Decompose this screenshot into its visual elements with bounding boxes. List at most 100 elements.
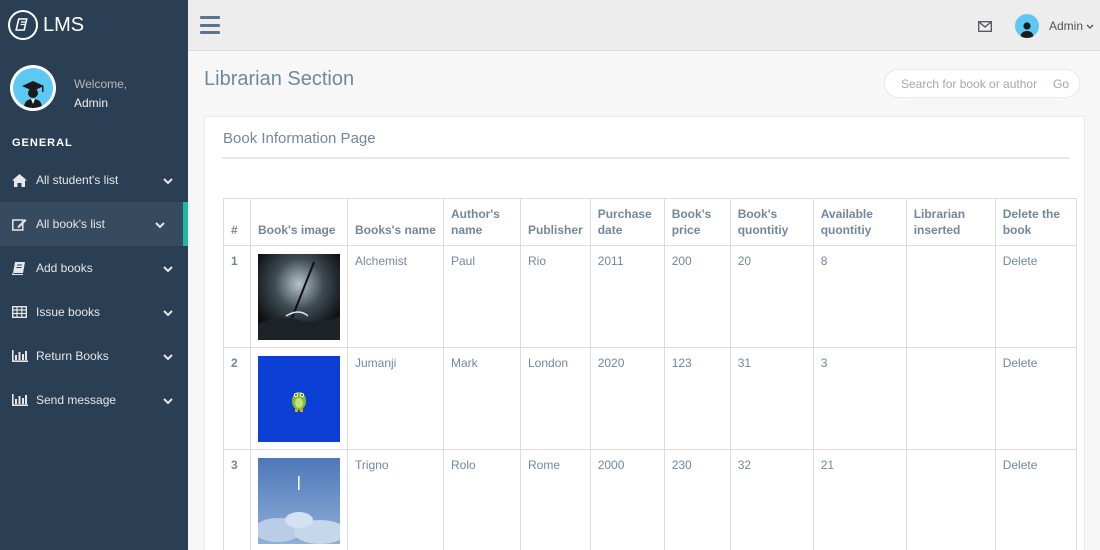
book-price: 123 (663, 347, 731, 450)
user-name: Admin (1049, 19, 1084, 33)
book-image-cell (250, 245, 348, 348)
sidebar-item-label: All book's list (36, 217, 105, 231)
row-number: 3 (223, 449, 251, 550)
delete-link[interactable]: Delete (994, 449, 1077, 550)
user-avatar-icon[interactable] (1015, 14, 1039, 38)
chevron-down-icon (163, 306, 173, 320)
book-image-cell (250, 449, 348, 550)
book-logo-icon (8, 10, 38, 40)
book-name: Alchemist (347, 245, 444, 348)
sidebar-item-all-books[interactable]: All book's list (0, 202, 188, 246)
panel-title: Book Information Page (223, 130, 376, 147)
sidebar-item-label: Return Books (36, 349, 109, 363)
book-price: 230 (663, 449, 731, 550)
publisher: Rio (520, 245, 591, 348)
bar-chart-icon (12, 393, 30, 407)
book-image-cell (250, 347, 348, 450)
table-icon (12, 305, 30, 319)
book-name: Trigno (347, 449, 444, 550)
row-number: 2 (223, 347, 251, 450)
librarian-inserted (905, 449, 996, 550)
chevron-down-icon (1086, 24, 1094, 29)
col-header: Publisher (520, 198, 591, 246)
sidebar-item-label: All student's list (36, 173, 119, 187)
publisher: London (520, 347, 591, 450)
col-header: Books's name (347, 198, 444, 246)
sidebar-item-label: Send message (36, 393, 117, 407)
avatar (10, 65, 56, 111)
graduate-avatar-icon (13, 68, 53, 108)
edit-icon (12, 217, 30, 231)
book-icon (12, 261, 30, 275)
purchase-date: 2020 (589, 347, 665, 450)
purchase-date: 2000 (589, 449, 665, 550)
delete-link[interactable]: Delete (994, 245, 1077, 348)
author-name: Rolo (443, 449, 521, 550)
col-header: Author's name (443, 198, 521, 246)
col-header: Book's image (250, 198, 348, 246)
purchase-date: 2011 (589, 245, 665, 348)
available-quantity: 3 (812, 347, 907, 450)
delete-link[interactable]: Delete (994, 347, 1077, 450)
book-panel: Book Information Page # Book's image Boo… (204, 116, 1085, 550)
book-name: Jumanji (347, 347, 444, 450)
books-table: # Book's image Books's name Author's nam… (223, 198, 1077, 550)
menu-section-title: GENERAL (12, 137, 73, 149)
sidebar-item-add-books[interactable]: Add books (0, 246, 188, 290)
librarian-inserted (905, 347, 996, 450)
table-row: 3 Trigno Rolo Rome 2000 230 32 21 Delete (223, 449, 1077, 550)
author-name: Mark (443, 347, 521, 450)
row-number: 1 (223, 245, 251, 348)
bar-chart-icon (12, 349, 30, 363)
book-quantity: 32 (729, 449, 814, 550)
publisher: Rome (520, 449, 591, 550)
available-quantity: 8 (812, 245, 907, 348)
col-header: Available quontitiy (812, 198, 907, 246)
librarian-inserted (905, 245, 996, 348)
col-header: Delete the book (994, 198, 1077, 246)
chevron-down-icon (163, 174, 173, 188)
home-icon (12, 173, 30, 187)
book-cover-image (258, 458, 340, 544)
brand-name: LMS (43, 13, 85, 36)
brand[interactable]: LMS (0, 0, 188, 50)
mail-icon[interactable] (978, 19, 992, 37)
sidebar-item-label: Issue books (36, 305, 101, 319)
top-nav: Admin (188, 0, 1100, 51)
search-box: Go (884, 69, 1080, 98)
table-row: 2 Jumanji Mark London 2020 123 31 3 Dele… (223, 347, 1077, 450)
user-menu[interactable]: Admin (1049, 19, 1094, 33)
welcome-text: Welcome, (74, 77, 128, 91)
book-quantity: 31 (729, 347, 814, 450)
col-header: Purchase date (589, 198, 665, 246)
sidebar-item-label: Add books (36, 261, 93, 275)
sidebar-item-send-message[interactable]: Send message (0, 378, 188, 422)
chevron-down-icon (163, 262, 173, 276)
table-row: 1 Alchemist Paul Rio 2011 200 20 8 Delet… (223, 245, 1077, 348)
sidebar-item-return-books[interactable]: Return Books (0, 334, 188, 378)
chevron-down-icon (163, 350, 173, 364)
search-input[interactable] (885, 70, 1045, 97)
table-header-row: # Book's image Books's name Author's nam… (223, 198, 1077, 246)
menu-toggle-icon[interactable] (200, 16, 220, 34)
search-go-button[interactable]: Go (1053, 77, 1069, 91)
book-cover-image (258, 356, 340, 442)
book-price: 200 (663, 245, 731, 348)
book-quantity: 20 (729, 245, 814, 348)
book-cover-image (258, 254, 340, 340)
sidebar-item-issue-books[interactable]: Issue books (0, 290, 188, 334)
col-header: Book's price (663, 198, 731, 246)
available-quantity: 21 (812, 449, 907, 550)
col-header: Book's quontitiy (729, 198, 814, 246)
divider (222, 157, 1070, 159)
profile: Welcome, Admin (0, 50, 188, 125)
page-title: Librarian Section (204, 68, 355, 90)
sidebar-item-all-students[interactable]: All student's list (0, 158, 188, 202)
profile-name: Admin (74, 96, 109, 110)
chevron-down-icon (155, 218, 165, 232)
author-name: Paul (443, 245, 521, 348)
col-header: Librarian inserted (905, 198, 996, 246)
sidebar: LMS Welcome, Admin GENERAL All student's… (0, 0, 188, 550)
col-header: # (223, 198, 251, 246)
sidebar-menu: All student's list All book's list Add b… (0, 158, 188, 422)
